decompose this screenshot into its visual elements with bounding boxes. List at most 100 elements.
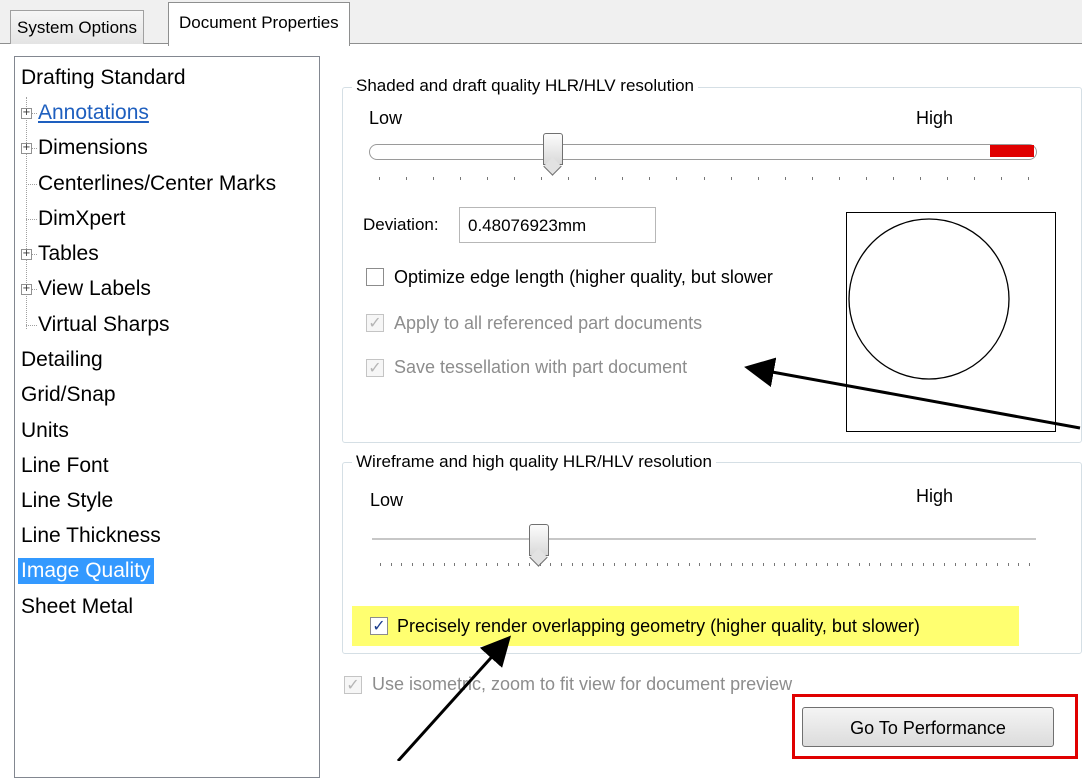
slider-tick (880, 563, 881, 566)
tree-item-units[interactable]: Units (21, 418, 69, 444)
tree-item-drafting-standard[interactable]: Drafting Standard (21, 65, 186, 91)
slider-tick (986, 563, 987, 566)
slider-tick (997, 563, 998, 566)
tree-item-annotations[interactable]: Annotations (38, 100, 149, 126)
save-tessellation-checkbox[interactable]: ✓ (366, 359, 384, 377)
slider-tick (433, 177, 434, 180)
slider-tick (816, 563, 817, 566)
slider-tick (920, 177, 921, 180)
wireframe-group-title: Wireframe and high quality HLR/HLV resol… (352, 452, 716, 472)
optimize-edge-checkbox[interactable] (366, 268, 384, 286)
slider-tick (1029, 563, 1030, 566)
slider-tick (649, 177, 650, 180)
tree-connector (26, 219, 37, 220)
expand-view-labels-icon[interactable]: + (21, 284, 32, 295)
slider-tick (891, 563, 892, 566)
tab-document-properties[interactable]: Document Properties (168, 2, 350, 46)
deviation-label: Deviation: (363, 215, 439, 234)
precise-render-checkbox[interactable]: ✓ (370, 617, 388, 635)
slider-tick (540, 563, 541, 566)
tree-item-dimxpert[interactable]: DimXpert (38, 206, 126, 232)
shaded-group-title: Shaded and draft quality HLR/HLV resolut… (352, 76, 698, 96)
tree-item-sheet-metal[interactable]: Sheet Metal (21, 594, 133, 620)
preview-circle-graphic (848, 218, 1010, 380)
slider-tick (827, 563, 828, 566)
slider-tick (380, 563, 381, 566)
slider-tick (742, 563, 743, 566)
slider-tick (635, 563, 636, 566)
slider-tick (1001, 177, 1002, 180)
shaded-slider-track (369, 144, 1037, 160)
tree-item-line-font[interactable]: Line Font (21, 453, 109, 479)
expand-annotations-icon[interactable]: + (21, 108, 32, 119)
wireframe-high-label: High (916, 486, 954, 506)
slider-tick (401, 563, 402, 566)
shaded-high-label: High (916, 108, 954, 128)
slider-tick (379, 177, 380, 180)
slider-tick (720, 563, 721, 566)
slider-tick (497, 563, 498, 566)
slider-tick (1008, 563, 1009, 566)
tree-item-line-style[interactable]: Line Style (21, 488, 113, 514)
slider-tick (460, 177, 461, 180)
slider-tick (869, 563, 870, 566)
slider-tick (625, 563, 626, 566)
tree-item-virtual-sharps[interactable]: Virtual Sharps (38, 312, 170, 338)
slider-tick (657, 563, 658, 566)
tree-item-image-quality[interactable]: Image Quality (18, 558, 154, 584)
tree-item-grid-snap[interactable]: Grid/Snap (21, 382, 116, 408)
slider-tick (785, 177, 786, 180)
tree-item-detailing[interactable]: Detailing (21, 347, 103, 373)
deviation-input[interactable]: 0.48076923mm (459, 207, 656, 243)
tree-item-centerlines[interactable]: Centerlines/Center Marks (38, 171, 276, 197)
tree-connector (26, 184, 37, 185)
slider-tick (848, 563, 849, 566)
shaded-low-label: Low (369, 108, 403, 128)
tree-item-dimensions[interactable]: Dimensions (38, 135, 148, 161)
slider-tick (731, 563, 732, 566)
slider-tick (595, 177, 596, 180)
slider-tick (676, 177, 677, 180)
tree-item-tables[interactable]: Tables (38, 241, 99, 267)
wireframe-slider-track (372, 538, 1036, 541)
slider-tick (514, 177, 515, 180)
wireframe-slider-ticks (380, 563, 1030, 566)
slider-tick (561, 563, 562, 566)
apply-referenced-checkbox[interactable]: ✓ (366, 314, 384, 332)
tab-system-options[interactable]: System Options (10, 10, 144, 44)
slider-tick (678, 563, 679, 566)
slider-tick (508, 563, 509, 566)
slider-tick (476, 563, 477, 566)
shaded-slider-ticks (379, 177, 1029, 180)
tab-bar (0, 0, 1082, 44)
slider-tick (944, 563, 945, 566)
precise-render-label: Precisely render overlapping geometry (h… (397, 616, 920, 636)
slider-tick (806, 563, 807, 566)
shaded-slider-thumb[interactable] (543, 133, 563, 165)
slider-tick (406, 177, 407, 180)
save-tessellation-label: Save tessellation with part document (394, 357, 688, 377)
slider-tick (923, 563, 924, 566)
expand-dimensions-icon[interactable]: + (21, 143, 32, 154)
optimize-edge-label: Optimize edge length (higher quality, bu… (394, 267, 773, 287)
slider-tick (568, 177, 569, 180)
isometric-checkbox[interactable]: ✓ (344, 676, 362, 694)
slider-tick (933, 563, 934, 566)
slider-tick (412, 563, 413, 566)
expand-tables-icon[interactable]: + (21, 249, 32, 260)
slider-tick (901, 563, 902, 566)
isometric-label: Use isometric, zoom to fit view for docu… (372, 674, 793, 694)
slider-tick (763, 563, 764, 566)
slider-tick (947, 177, 948, 180)
slider-tick (965, 563, 966, 566)
tree-item-line-thickness[interactable]: Line Thickness (21, 523, 161, 549)
slider-tick (912, 563, 913, 566)
slider-tick (866, 177, 867, 180)
slider-tick (444, 563, 445, 566)
slider-tick (614, 563, 615, 566)
slider-tick (699, 563, 700, 566)
slider-tick (518, 563, 519, 566)
slider-tick (893, 177, 894, 180)
tree-item-view-labels[interactable]: View Labels (38, 276, 151, 302)
wireframe-slider-thumb[interactable] (529, 524, 549, 556)
